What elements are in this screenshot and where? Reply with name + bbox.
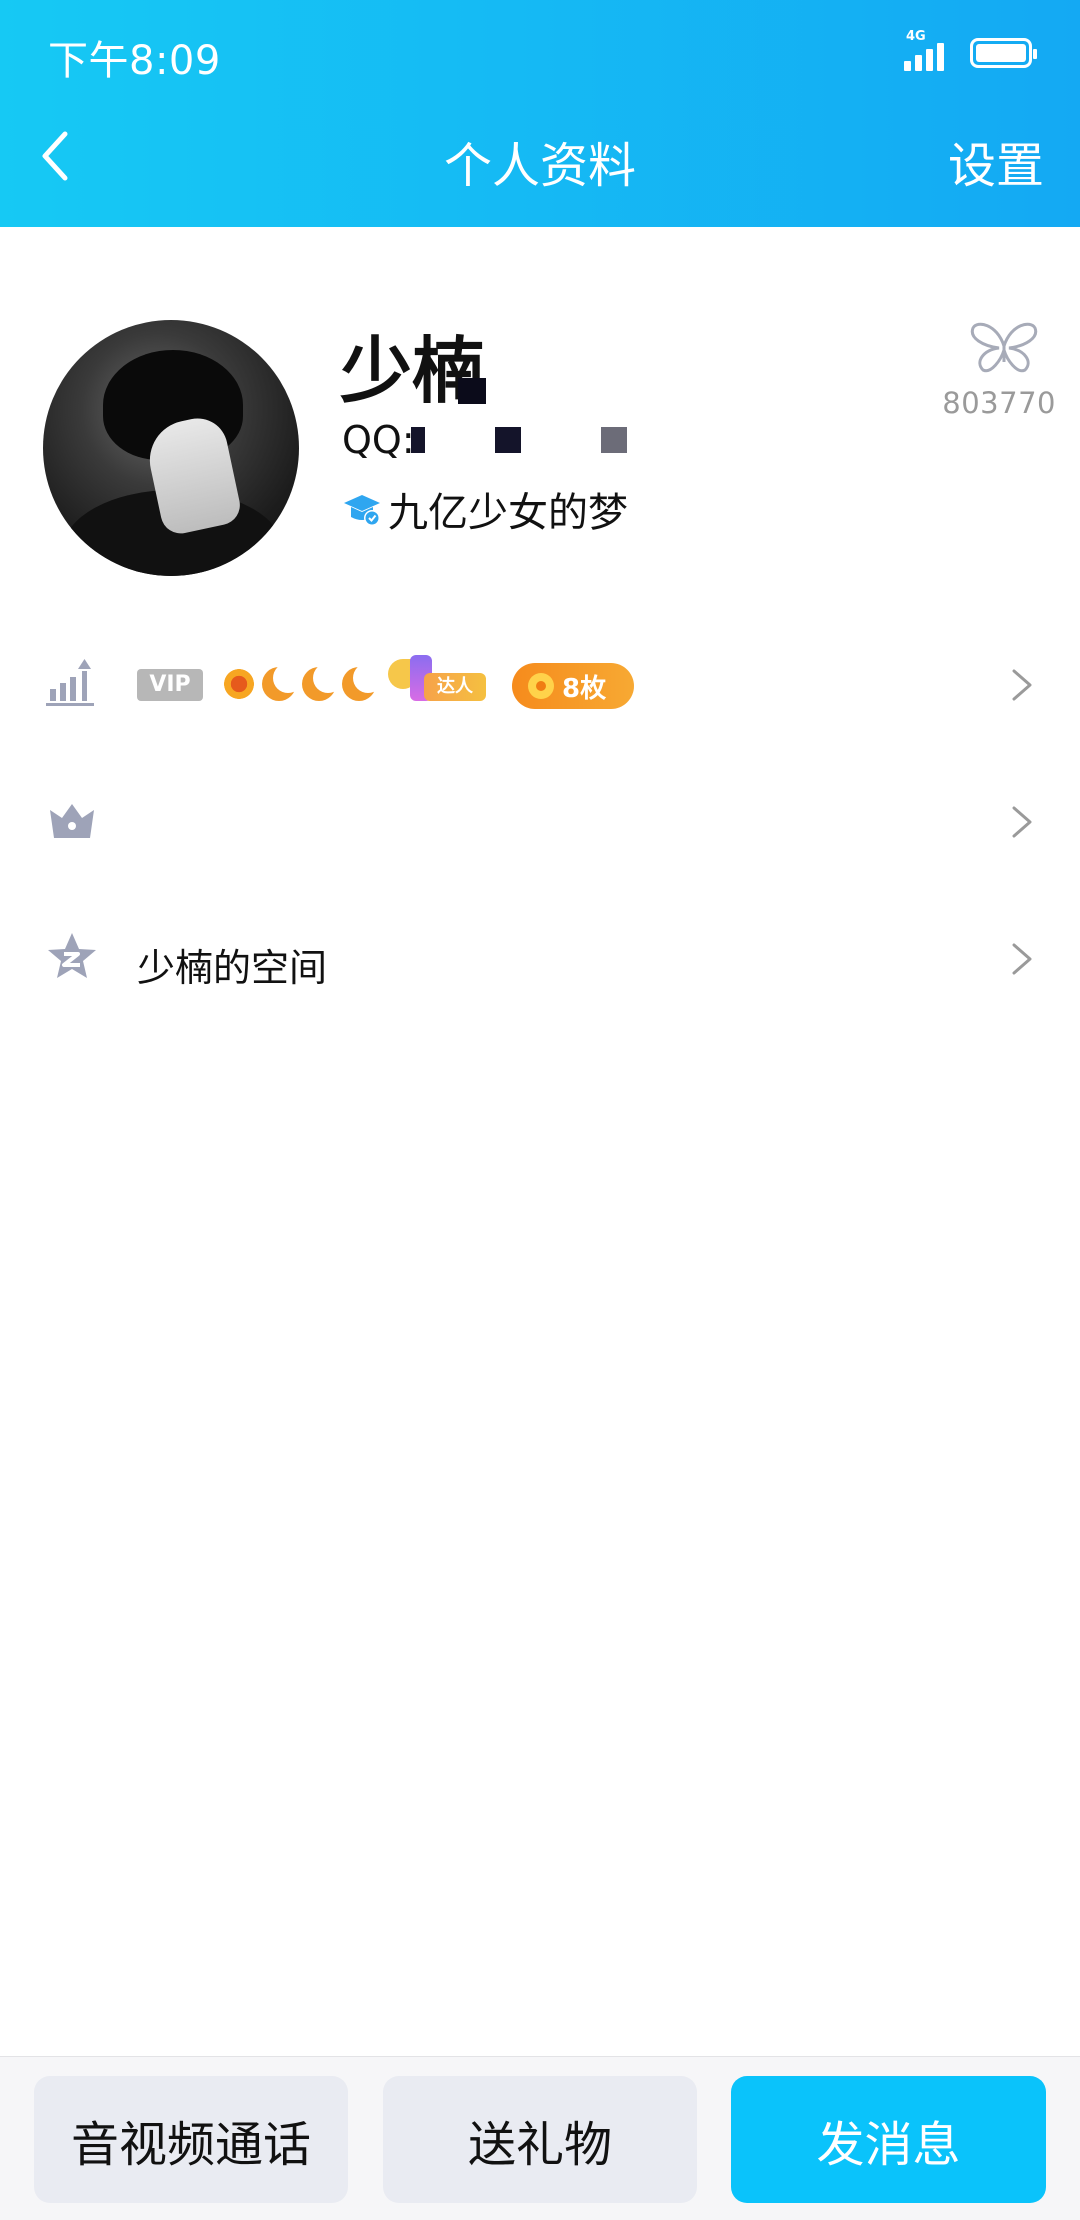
qzone-label: 少楠的空间 bbox=[137, 946, 328, 990]
battery-icon bbox=[970, 38, 1037, 68]
level-up-icon bbox=[46, 659, 94, 706]
daren-tag: 达人 bbox=[424, 673, 486, 701]
medal-count: 8枚 bbox=[562, 673, 607, 704]
butterfly-icon[interactable] bbox=[964, 318, 1044, 378]
chevron-right-icon bbox=[1012, 669, 1032, 701]
qq-number: QQ: bbox=[342, 418, 627, 462]
butterfly-count: 803770 bbox=[942, 386, 1056, 420]
send-gift-button[interactable]: 送礼物 bbox=[383, 2076, 697, 2203]
settings-button[interactable]: 设置 bbox=[948, 126, 1044, 196]
moon-icon bbox=[340, 663, 383, 703]
avatar[interactable] bbox=[43, 320, 299, 576]
crown-icon bbox=[50, 804, 94, 838]
qzone-star-icon bbox=[48, 933, 96, 978]
signature-text: 九亿少女的梦 bbox=[388, 490, 628, 536]
graduation-cap-icon bbox=[344, 495, 380, 526]
status-time: 下午8:09 bbox=[48, 38, 221, 84]
medal-icon bbox=[528, 673, 554, 699]
sun-icon bbox=[220, 665, 258, 703]
bottom-action-bar: 音视频通话 送礼物 发消息 bbox=[0, 2056, 1080, 2220]
signal-icon: 4G bbox=[904, 29, 952, 71]
page-title: 个人资料 bbox=[443, 138, 636, 194]
vip-badge: VIP bbox=[137, 669, 203, 701]
qq-level-icons bbox=[220, 663, 383, 703]
moon-icon bbox=[300, 663, 343, 703]
chevron-right-icon bbox=[1012, 806, 1032, 838]
network-type: 4G bbox=[906, 29, 926, 44]
qzone-row[interactable]: 少楠的空间 bbox=[0, 899, 1080, 1019]
medal-badge: 8枚 bbox=[512, 663, 634, 709]
signature: 九亿少女的梦 bbox=[342, 480, 628, 538]
status-icons: 4G bbox=[904, 29, 1037, 76]
redaction-mark bbox=[410, 427, 425, 453]
chevron-right-icon bbox=[1012, 943, 1032, 975]
butterfly-icon bbox=[970, 322, 1038, 373]
redaction-mark bbox=[458, 378, 486, 404]
header: 下午8:09 4G 个人资料 设置 bbox=[0, 0, 1080, 227]
level-row[interactable]: VIP 达人 8枚 bbox=[0, 625, 1080, 745]
moon-icon bbox=[260, 663, 303, 703]
qq-label: QQ: bbox=[342, 418, 415, 462]
redaction-mark bbox=[494, 427, 521, 453]
daren-badge: 达人 bbox=[388, 655, 492, 711]
crown-row[interactable] bbox=[0, 762, 1080, 882]
av-call-button[interactable]: 音视频通话 bbox=[34, 2076, 348, 2203]
redaction-mark bbox=[600, 427, 627, 453]
send-message-button[interactable]: 发消息 bbox=[731, 2076, 1046, 2203]
